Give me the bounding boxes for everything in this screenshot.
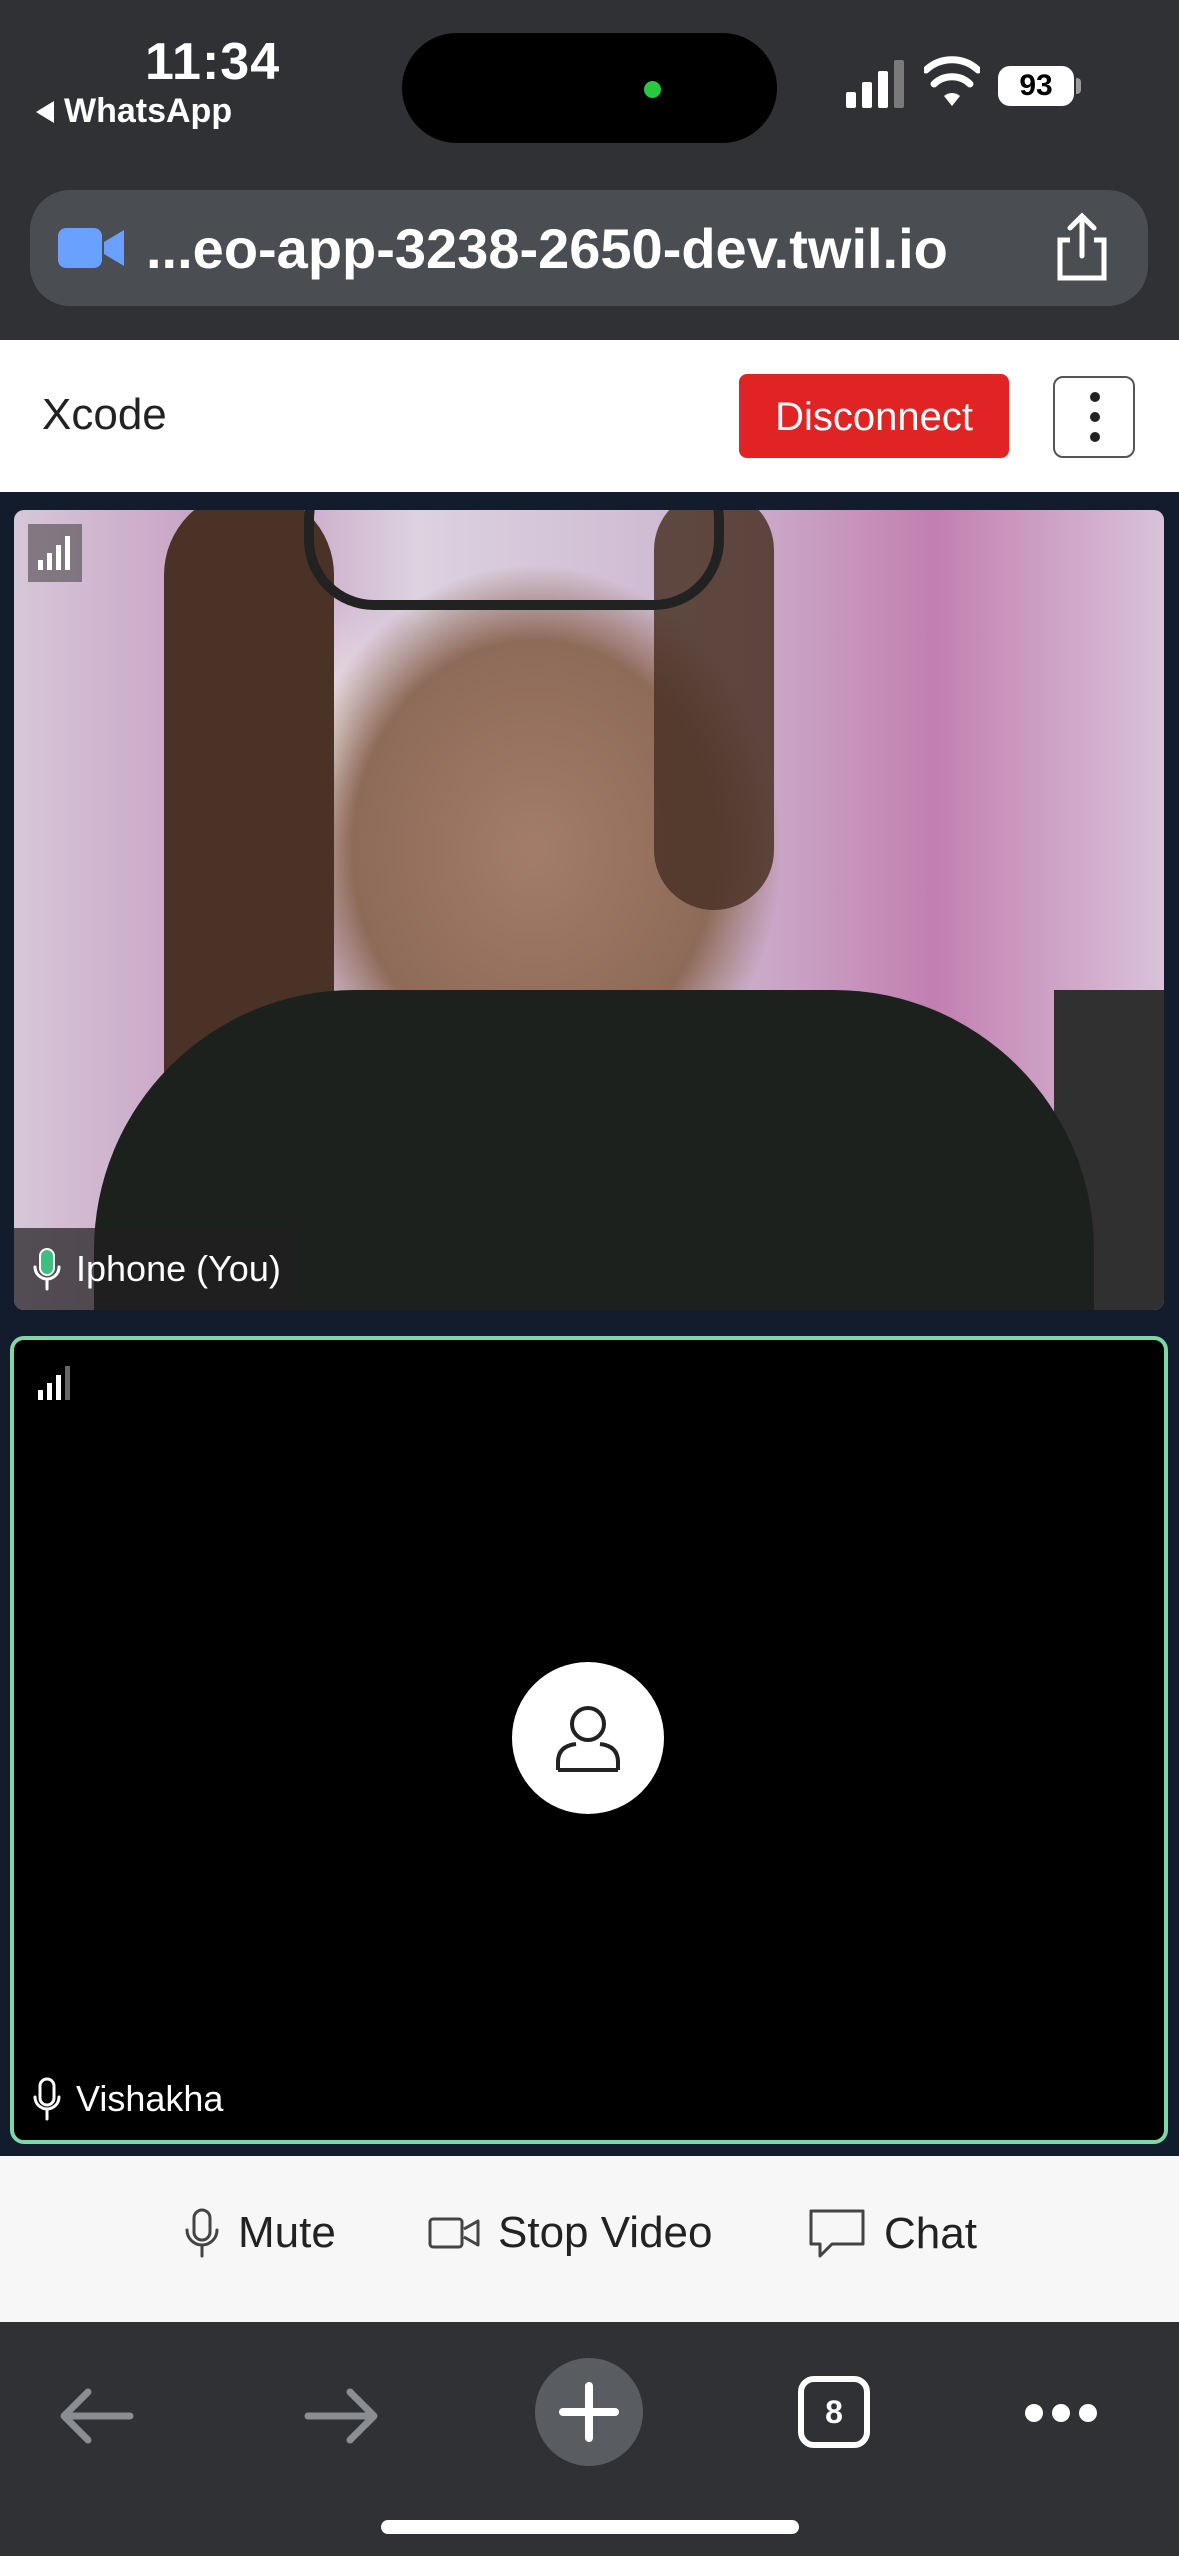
chat-label: Chat xyxy=(884,2209,977,2258)
back-app-label: WhatsApp xyxy=(64,92,233,130)
participant-avatar xyxy=(512,1662,664,1814)
video-stage: Iphone (You) Vishakha xyxy=(0,492,1179,2156)
tab-switcher-button[interactable]: 8 xyxy=(798,2376,870,2448)
kebab-dot-icon xyxy=(1090,392,1100,402)
network-quality-indicator xyxy=(28,1354,82,1412)
browser-toolbar: 8 xyxy=(0,2322,1179,2556)
camera-in-use-indicator xyxy=(644,81,661,98)
participant-name: Iphone (You) xyxy=(76,1248,281,1289)
new-tab-button[interactable] xyxy=(535,2358,643,2466)
microphone-icon xyxy=(33,1248,61,1291)
back-to-app-link[interactable]: WhatsApp xyxy=(36,92,232,131)
more-options-button[interactable] xyxy=(1053,376,1135,458)
chat-button[interactable]: Chat xyxy=(808,2208,977,2260)
microphone-icon xyxy=(185,2208,219,2258)
dynamic-island xyxy=(402,33,777,143)
forward-arrow-icon[interactable] xyxy=(304,2386,380,2446)
participant-tile-remote[interactable]: Vishakha xyxy=(10,1336,1168,2144)
battery-indicator: 93 xyxy=(998,66,1074,106)
back-triangle-icon xyxy=(36,100,54,123)
stop-video-button[interactable]: Stop Video xyxy=(428,2208,712,2258)
room-name: Xcode xyxy=(42,390,167,439)
user-avatar-icon xyxy=(556,1706,620,1772)
participant-name: Vishakha xyxy=(76,2078,224,2119)
kebab-dot-icon xyxy=(1090,412,1100,422)
plus-icon xyxy=(559,2382,619,2442)
microphone-icon xyxy=(33,2077,61,2121)
network-bars-icon xyxy=(38,1366,70,1400)
participant-name-tag: Iphone (You) xyxy=(14,1228,295,1310)
status-time: 11:34 xyxy=(145,33,281,91)
wifi-icon xyxy=(924,56,980,106)
kebab-dot-icon xyxy=(1090,432,1100,442)
video-camera-icon xyxy=(428,2217,480,2249)
more-menu-icon[interactable] xyxy=(1024,2402,1098,2424)
participant-name-tag: Vishakha xyxy=(14,2058,237,2140)
video-feed-shape xyxy=(304,510,724,610)
url-text: ...eo-app-3238-2650-dev.twil.io xyxy=(146,217,948,280)
address-bar[interactable]: ...eo-app-3238-2650-dev.twil.io xyxy=(30,190,1148,306)
video-camera-favicon-icon xyxy=(58,228,124,268)
network-bars-icon xyxy=(38,536,70,570)
participant-tile-local[interactable]: Iphone (You) xyxy=(14,510,1164,1310)
mute-label: Mute xyxy=(238,2208,336,2257)
chat-bubble-icon xyxy=(809,2209,865,2258)
battery-cap-icon xyxy=(1076,78,1081,94)
app-header: Xcode Disconnect xyxy=(0,340,1179,492)
home-indicator[interactable] xyxy=(381,2520,799,2534)
status-bar: 11:34 WhatsApp 93 xyxy=(0,0,1179,185)
back-arrow-icon[interactable] xyxy=(58,2386,134,2446)
disconnect-button[interactable]: Disconnect xyxy=(739,374,1009,458)
share-icon[interactable] xyxy=(1050,212,1114,282)
call-controls-bar: Mute Stop Video Chat xyxy=(0,2156,1179,2322)
cellular-signal-icon xyxy=(846,60,904,108)
network-quality-indicator xyxy=(28,524,82,582)
stop-video-label: Stop Video xyxy=(498,2208,713,2257)
mute-button[interactable]: Mute xyxy=(184,2208,336,2258)
